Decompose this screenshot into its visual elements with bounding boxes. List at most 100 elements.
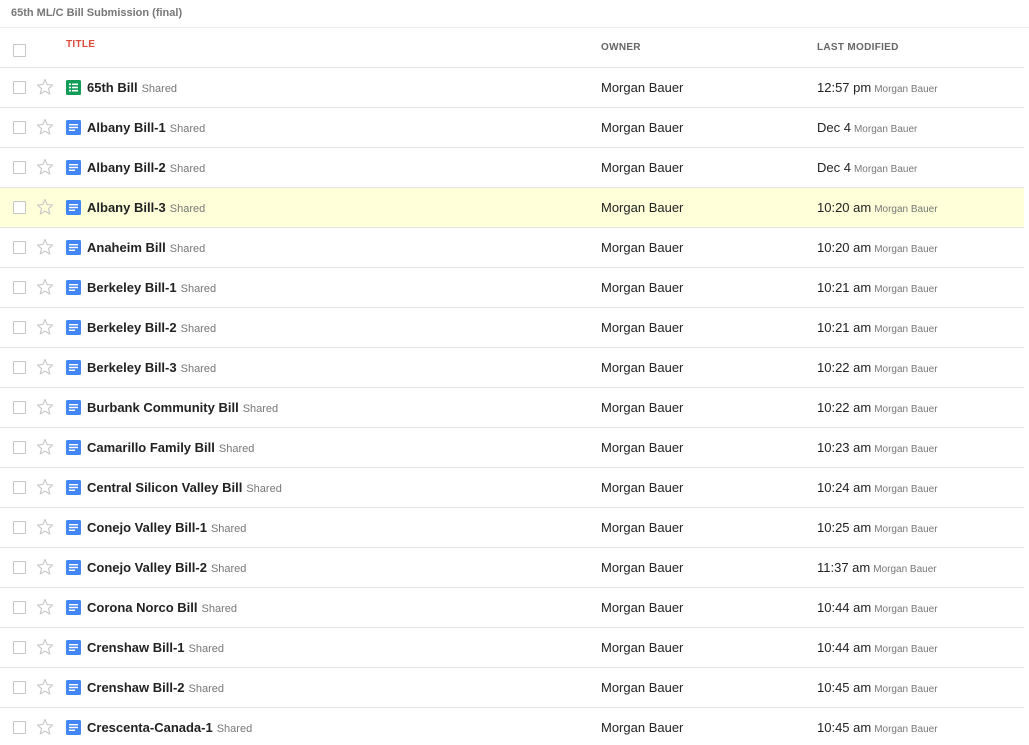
modified-time: 10:45 am xyxy=(817,720,872,735)
document-icon xyxy=(66,320,81,335)
row-checkbox[interactable] xyxy=(13,281,26,294)
file-title-cell: Albany Bill-3 Shared xyxy=(87,188,205,227)
owner-name: Morgan Bauer xyxy=(601,240,684,255)
last-modified-cell: 10:20 am Morgan Bauer xyxy=(817,228,938,267)
last-modified-cell: 10:44 am Morgan Bauer xyxy=(817,628,938,667)
star-icon[interactable] xyxy=(36,238,54,256)
row-checkbox[interactable] xyxy=(13,521,26,534)
shared-label: Shared xyxy=(180,323,217,335)
file-row[interactable]: Crenshaw Bill-1 Shared Morgan Bauer 10:44 a… xyxy=(0,628,1024,668)
star-icon[interactable] xyxy=(36,478,54,496)
file-title-link[interactable]: Albany Bill-1 xyxy=(87,120,166,135)
document-icon xyxy=(66,640,81,655)
file-row[interactable]: Albany Bill-2 Shared Morgan Bauer Dec 4 Morg… xyxy=(0,148,1024,188)
file-title-link[interactable]: Crenshaw Bill-1 xyxy=(87,640,185,655)
column-header-last-modified[interactable]: LAST MODIFIED xyxy=(817,28,899,67)
shared-label: Shared xyxy=(210,523,247,535)
modified-by: Morgan Bauer xyxy=(874,644,938,655)
row-checkbox[interactable] xyxy=(13,601,26,614)
star-icon[interactable] xyxy=(36,598,54,616)
star-icon[interactable] xyxy=(36,518,54,536)
star-icon[interactable] xyxy=(36,638,54,656)
star-icon[interactable] xyxy=(36,358,54,376)
row-checkbox[interactable] xyxy=(13,401,26,414)
row-checkbox[interactable] xyxy=(13,681,26,694)
star-icon[interactable] xyxy=(36,158,54,176)
row-checkbox[interactable] xyxy=(13,361,26,374)
shared-label: Shared xyxy=(188,643,225,655)
file-row[interactable]: Central Silicon Valley Bill Shared Morgan … xyxy=(0,468,1024,508)
row-checkbox[interactable] xyxy=(13,321,26,334)
row-checkbox[interactable] xyxy=(13,81,26,94)
file-row[interactable]: 65th Bill Shared Morgan Bauer 12:57 pm Morga… xyxy=(0,68,1024,108)
file-title-link[interactable]: Crescenta-Canada-1 xyxy=(87,720,213,735)
row-checkbox[interactable] xyxy=(13,201,26,214)
star-icon[interactable] xyxy=(36,718,54,736)
file-row[interactable]: Berkeley Bill-1 Shared Morgan Bauer 10:21 a… xyxy=(0,268,1024,308)
owner-name: Morgan Bauer xyxy=(601,720,684,735)
modified-by: Morgan Bauer xyxy=(874,484,938,495)
modified-time: 10:20 am xyxy=(817,200,872,215)
owner-name: Morgan Bauer xyxy=(601,320,684,335)
row-checkbox[interactable] xyxy=(13,481,26,494)
file-rows: 65th Bill Shared Morgan Bauer 12:57 pm Morga… xyxy=(0,68,1024,745)
modified-by: Morgan Bauer xyxy=(874,244,938,255)
row-checkbox[interactable] xyxy=(13,721,26,734)
file-row[interactable]: Crescenta-Canada-1 Shared Morgan Bauer 10:4… xyxy=(0,708,1024,745)
file-title-link[interactable]: Albany Bill-3 xyxy=(87,200,166,215)
document-icon xyxy=(66,240,81,255)
file-title-link[interactable]: Albany Bill-2 xyxy=(87,160,166,175)
modified-time: 10:23 am xyxy=(817,440,872,455)
file-row[interactable]: Crenshaw Bill-2 Shared Morgan Bauer 10:45 a… xyxy=(0,668,1024,708)
file-row[interactable]: Albany Bill-1 Shared Morgan Bauer Dec 4 Morg… xyxy=(0,108,1024,148)
file-row[interactable]: Conejo Valley Bill-1 Shared Morgan Bauer 10… xyxy=(0,508,1024,548)
file-row[interactable]: Conejo Valley Bill-2 Shared Morgan Bauer 11… xyxy=(0,548,1024,588)
column-header-title[interactable]: TITLE xyxy=(66,25,95,64)
star-icon[interactable] xyxy=(36,438,54,456)
file-row[interactable]: Albany Bill-3 Shared Morgan Bauer 10:20 am M… xyxy=(0,188,1024,228)
file-row[interactable]: Berkeley Bill-2 Shared Morgan Bauer 10:21 a… xyxy=(0,308,1024,348)
file-row[interactable]: Berkeley Bill-3 Shared Morgan Bauer 10:22 a… xyxy=(0,348,1024,388)
star-icon[interactable] xyxy=(36,78,54,96)
star-icon[interactable] xyxy=(36,118,54,136)
row-checkbox[interactable] xyxy=(13,161,26,174)
file-title-cell: Corona Norco Bill Shared xyxy=(87,588,237,627)
file-title-link[interactable]: Anaheim Bill xyxy=(87,240,166,255)
owner-name: Morgan Bauer xyxy=(601,600,684,615)
file-row[interactable]: Burbank Community Bill Shared Morgan Bauer… xyxy=(0,388,1024,428)
last-modified-cell: 10:21 am Morgan Bauer xyxy=(817,268,938,307)
file-row[interactable]: Corona Norco Bill Shared Morgan Bauer 10:44… xyxy=(0,588,1024,628)
modified-by: Morgan Bauer xyxy=(874,724,938,735)
file-row[interactable]: Anaheim Bill Shared Morgan Bauer 10:20 am Mo… xyxy=(0,228,1024,268)
modified-time: 10:22 am xyxy=(817,400,872,415)
select-all-checkbox[interactable] xyxy=(13,44,26,57)
star-icon[interactable] xyxy=(36,198,54,216)
row-checkbox[interactable] xyxy=(13,641,26,654)
shared-label: Shared xyxy=(246,483,282,495)
row-checkbox[interactable] xyxy=(13,561,26,574)
file-row[interactable]: Camarillo Family Bill Shared Morgan Bauer 1… xyxy=(0,428,1024,468)
star-icon[interactable] xyxy=(36,278,54,296)
row-checkbox[interactable] xyxy=(13,241,26,254)
file-title-link[interactable]: Camarillo Family Bill xyxy=(87,440,215,455)
star-icon[interactable] xyxy=(36,398,54,416)
file-title-link[interactable]: Burbank Community Bill xyxy=(87,400,239,415)
star-icon[interactable] xyxy=(36,318,54,336)
file-title-link[interactable]: Corona Norco Bill xyxy=(87,600,198,615)
column-header-owner[interactable]: OWNER xyxy=(601,28,641,67)
file-title-link[interactable]: 65th Bill xyxy=(87,80,138,95)
modified-time: 10:21 am xyxy=(817,280,872,295)
row-checkbox[interactable] xyxy=(13,441,26,454)
file-title-link[interactable]: Berkeley Bill-3 xyxy=(87,360,177,375)
file-title-link[interactable]: Crenshaw Bill-2 xyxy=(87,680,185,695)
star-icon[interactable] xyxy=(36,558,54,576)
file-title-link[interactable]: Conejo Valley Bill-1 xyxy=(87,520,207,535)
star-icon[interactable] xyxy=(36,678,54,696)
file-title-link[interactable]: Berkeley Bill-2 xyxy=(87,320,177,335)
file-title-link[interactable]: Conejo Valley Bill-2 xyxy=(87,560,207,575)
file-title-link[interactable]: Berkeley Bill-1 xyxy=(87,280,177,295)
row-checkbox[interactable] xyxy=(13,121,26,134)
owner-name: Morgan Bauer xyxy=(601,360,684,375)
file-title-link[interactable]: Central Silicon Valley Bill xyxy=(87,480,242,495)
last-modified-cell: 11:37 am Morgan Bauer xyxy=(817,548,937,587)
